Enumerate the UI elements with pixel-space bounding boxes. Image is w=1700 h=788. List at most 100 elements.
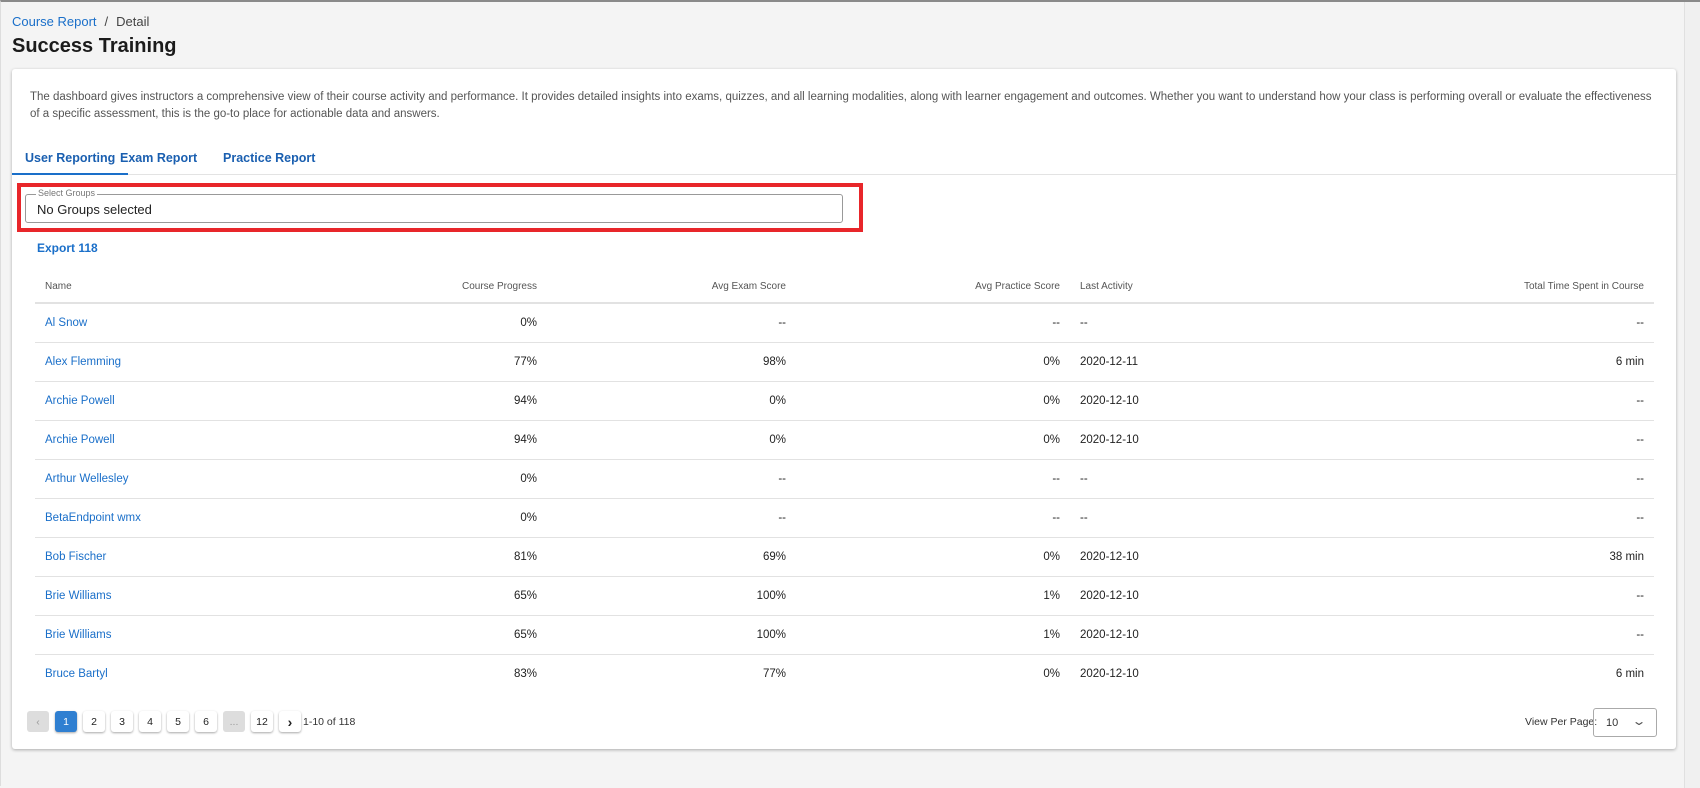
view-per-page-label: View Per Page: bbox=[1525, 716, 1598, 728]
cell-avg-practice-score: -- bbox=[796, 498, 1070, 538]
dashboard-description: The dashboard gives instructors a compre… bbox=[30, 91, 1652, 120]
users-table: Name Course Progress Avg Exam Score Avg … bbox=[35, 270, 1654, 693]
cell-avg-practice-score: 1% bbox=[796, 576, 1070, 616]
cell-last-activity: -- bbox=[1070, 303, 1270, 343]
cell-avg-practice-score: -- bbox=[796, 459, 1070, 499]
user-name-link[interactable]: Archie Powell bbox=[45, 434, 115, 446]
cell-course-progress: 0% bbox=[335, 459, 547, 499]
cell-avg-practice-score: 0% bbox=[796, 342, 1070, 382]
cell-avg-exam-score: -- bbox=[547, 459, 796, 499]
prev-page-button[interactable]: ‹ bbox=[27, 711, 49, 732]
cell-total-time: -- bbox=[1270, 420, 1654, 460]
cell-name: Archie Powell bbox=[35, 381, 335, 421]
cell-name: BetaEndpoint wmx bbox=[35, 498, 335, 538]
chevron-down-icon: ⌄ bbox=[1631, 714, 1647, 728]
page-1-button[interactable]: 1 bbox=[55, 711, 77, 732]
user-name-link[interactable]: Alex Flemming bbox=[45, 356, 121, 368]
page-4-button[interactable]: 4 bbox=[139, 711, 161, 732]
table-row: Archie Powell 94% 0% 0% 2020-12-10 -- bbox=[35, 420, 1654, 460]
breadcrumb-current: Detail bbox=[116, 14, 150, 29]
col-avg-exam-score[interactable]: Avg Exam Score bbox=[547, 270, 796, 304]
cell-avg-exam-score: -- bbox=[547, 498, 796, 538]
tab-exam-report[interactable]: Exam Report bbox=[120, 151, 197, 175]
cell-name: Bruce Bartyl bbox=[35, 654, 335, 693]
cell-course-progress: 83% bbox=[513, 667, 537, 680]
cell-last-activity: 2020-12-10 bbox=[1070, 576, 1270, 616]
cell-course-progress: 0% bbox=[335, 498, 547, 538]
page-6-button[interactable]: 6 bbox=[195, 711, 217, 732]
cell-avg-practice-score: 0% bbox=[796, 381, 1070, 421]
cell-name: Bob Fischer bbox=[35, 537, 335, 577]
pagination: ‹ 1 2 3 4 5 6 ... 12 › 1-10 of 118 bbox=[27, 711, 355, 732]
cell-course-progress: 65% bbox=[335, 576, 547, 616]
col-total-time[interactable]: Total Time Spent in Course bbox=[1270, 270, 1654, 304]
page-2-button[interactable]: 2 bbox=[83, 711, 105, 732]
page-12-button[interactable]: 12 bbox=[251, 711, 273, 732]
select-groups-dropdown[interactable]: Select Groups No Groups selected bbox=[25, 188, 843, 223]
cell-name: Brie Williams bbox=[35, 576, 335, 616]
cell-course-progress: 94% bbox=[335, 381, 547, 421]
report-card: The dashboard gives instructors a compre… bbox=[12, 69, 1676, 749]
scrollbar[interactable] bbox=[1684, 2, 1700, 788]
page-title: Success Training bbox=[12, 35, 177, 57]
table-row: Arthur Wellesley 0% -- -- -- -- bbox=[35, 459, 1654, 499]
user-name-link[interactable]: Brie Williams bbox=[45, 629, 111, 641]
table-row: Al Snow 0% -- -- -- -- bbox=[35, 303, 1654, 343]
pagination-range: 1-10 of 118 bbox=[303, 715, 356, 728]
tab-practice-report[interactable]: Practice Report bbox=[223, 151, 315, 175]
cell-name: Alex Flemming bbox=[35, 342, 335, 382]
table-row: Brie Williams 65% 100% 1% 2020-12-10 -- bbox=[35, 576, 1654, 616]
breadcrumb-course-report-link[interactable]: Course Report bbox=[12, 14, 97, 29]
table-header-row: Name Course Progress Avg Exam Score Avg … bbox=[35, 270, 1654, 304]
col-course-progress[interactable]: Course Progress bbox=[335, 270, 547, 304]
cell-avg-exam-score: 69% bbox=[547, 537, 796, 577]
table-row: BetaEndpoint wmx 0% -- -- -- -- bbox=[35, 498, 1654, 538]
user-name-link[interactable]: BetaEndpoint wmx bbox=[45, 512, 141, 524]
report-tabs: User Reporting Exam Report Practice Repo… bbox=[12, 145, 1676, 175]
cell-total-time: -- bbox=[1270, 498, 1654, 538]
cell-avg-exam-score: 0% bbox=[547, 420, 796, 460]
cell-course-progress: 77% bbox=[335, 342, 547, 382]
view-per-page-select[interactable]: 10 ⌄ bbox=[1593, 708, 1657, 737]
page-5-button[interactable]: 5 bbox=[167, 711, 189, 732]
cell-avg-exam-score: 100% bbox=[547, 576, 796, 616]
user-name-link[interactable]: Bruce Bartyl bbox=[45, 668, 108, 680]
cell-total-time: -- bbox=[1270, 303, 1654, 343]
cell-avg-practice-score: 0% bbox=[796, 420, 1070, 460]
cell-last-activity: 2020-12-10 bbox=[1070, 381, 1270, 421]
cell-avg-exam-score: 77% bbox=[762, 667, 786, 680]
cell-avg-practice-score: 0% bbox=[1043, 667, 1060, 680]
cell-total-time: 38 min bbox=[1270, 537, 1654, 577]
cell-avg-practice-score: 0% bbox=[796, 537, 1070, 577]
tab-user-reporting[interactable]: User Reporting bbox=[12, 151, 129, 175]
table-row: Archie Powell 94% 0% 0% 2020-12-10 -- bbox=[35, 381, 1654, 421]
col-avg-practice-score[interactable]: Avg Practice Score bbox=[796, 270, 1070, 304]
cell-name: Al Snow bbox=[35, 303, 335, 343]
cell-total-time: -- bbox=[1270, 381, 1654, 421]
cell-total-time: 6 min bbox=[1615, 667, 1644, 680]
cell-total-time: -- bbox=[1270, 576, 1654, 616]
cell-name: Archie Powell bbox=[35, 420, 335, 460]
cell-course-progress: 65% bbox=[335, 615, 547, 655]
export-link[interactable]: Export 118 bbox=[37, 241, 98, 255]
cell-last-activity: 2020-12-10 bbox=[1080, 667, 1139, 680]
table-row: Bob Fischer 81% 69% 0% 2020-12-10 38 min bbox=[35, 537, 1654, 577]
breadcrumb-separator: / bbox=[104, 14, 109, 29]
col-last-activity[interactable]: Last Activity bbox=[1070, 270, 1270, 304]
col-name[interactable]: Name bbox=[35, 270, 335, 304]
cell-name: Arthur Wellesley bbox=[35, 459, 335, 499]
user-name-link[interactable]: Archie Powell bbox=[45, 395, 115, 407]
user-name-link[interactable]: Bob Fischer bbox=[45, 551, 106, 563]
user-name-link[interactable]: Arthur Wellesley bbox=[45, 473, 129, 485]
next-page-button[interactable]: › bbox=[279, 711, 301, 732]
cell-avg-exam-score: 0% bbox=[547, 381, 796, 421]
user-name-link[interactable]: Al Snow bbox=[45, 317, 87, 329]
cell-last-activity: 2020-12-10 bbox=[1070, 537, 1270, 577]
cell-total-time: -- bbox=[1270, 459, 1654, 499]
cell-last-activity: -- bbox=[1070, 498, 1270, 538]
user-name-link[interactable]: Brie Williams bbox=[45, 590, 111, 602]
cell-avg-practice-score: 1% bbox=[796, 615, 1070, 655]
breadcrumb: Course Report / Detail bbox=[12, 14, 149, 29]
page-3-button[interactable]: 3 bbox=[111, 711, 133, 732]
cell-last-activity: 2020-12-11 bbox=[1070, 342, 1270, 382]
